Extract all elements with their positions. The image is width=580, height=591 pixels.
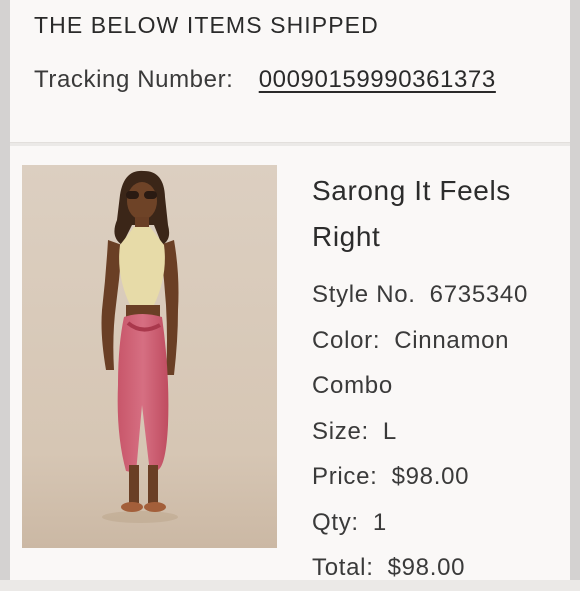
tracking-number-link[interactable]: 00090159990361373 xyxy=(259,66,496,93)
qty-label: Qty: xyxy=(312,508,359,536)
total-value: $98.00 xyxy=(387,554,466,581)
style-label: Style No. xyxy=(312,281,416,308)
color-label: Color: xyxy=(312,326,381,354)
size: Size: L xyxy=(312,409,570,455)
product-image[interactable] xyxy=(22,165,277,548)
style-number: Style No. 6735340 xyxy=(312,272,570,318)
price: Price: $98.00 xyxy=(312,454,570,500)
price-value: $98.00 xyxy=(391,463,470,490)
tracking-label: Tracking Number: xyxy=(34,66,234,93)
right-frame xyxy=(570,0,580,580)
total-label: Total: xyxy=(312,554,374,581)
quantity: Qty: 1 xyxy=(312,500,570,546)
left-frame xyxy=(0,0,10,580)
style-value: 6735340 xyxy=(429,281,529,308)
product-name[interactable]: Sarong It Feels Right xyxy=(312,168,570,260)
product-attributes: Style No. 6735340 Color: Cinnamon Combo Si… xyxy=(312,272,570,591)
price-label: Price: xyxy=(312,463,378,490)
qty-value: 1 xyxy=(372,508,387,536)
product-card: Sarong It Feels Right Style No. 6735340 C… xyxy=(10,146,570,581)
model-photo xyxy=(22,165,277,548)
color: Color: Cinnamon Combo xyxy=(312,318,570,409)
product-details: Sarong It Feels Right Style No. 6735340 C… xyxy=(312,168,570,591)
total: Total: $98.00 xyxy=(312,545,570,591)
size-label: Size: xyxy=(312,417,369,445)
size-value: L xyxy=(382,417,397,445)
shipment-card: THE BELOW ITEMS SHIPPED Tracking Number:… xyxy=(10,0,570,143)
shipped-heading: THE BELOW ITEMS SHIPPED xyxy=(34,12,379,38)
tracking-row: Tracking Number: 00090159990361373 xyxy=(34,66,570,94)
